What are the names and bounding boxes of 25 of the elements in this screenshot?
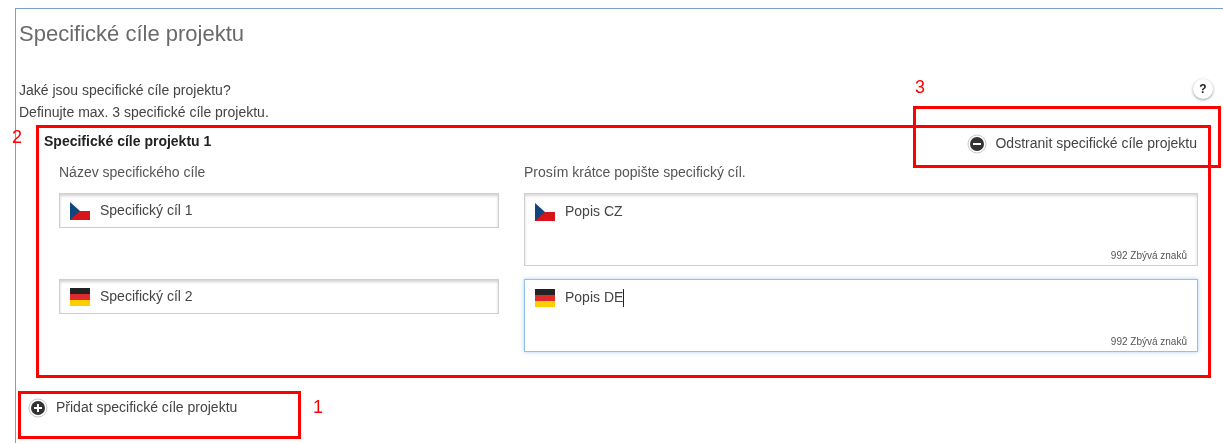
description-text-area[interactable]: Popis CZ 992 Zbývá znaků (524, 193, 1198, 266)
character-counter: 992 Zbývá znaků (1110, 249, 1187, 263)
czech-flag-icon (535, 202, 555, 221)
field-label: Název specifického cíle (59, 163, 207, 182)
section-heading: Specifické cíle projektu 1 (44, 132, 212, 151)
german-flag-icon (70, 287, 90, 306)
panel-title: Specifické cíle projektu (19, 20, 245, 48)
text-cursor (623, 288, 625, 307)
name-input-field[interactable]: Specifický cíl 1 (59, 193, 499, 228)
hint-text: Definujte max. 3 specifické cíle projektu. (19, 103, 269, 122)
add-objective-button[interactable]: Přidat specifické cíle projektu (28, 397, 238, 418)
annotation-number: 2 (12, 128, 22, 146)
help-button[interactable]: ? (1193, 79, 1213, 99)
name-input-field[interactable]: Specifický cíl 2 (59, 279, 499, 314)
field-label: Prosím krátce popište specifický cíl. (524, 163, 747, 182)
character-counter: 992 Zbývá znaků (1110, 335, 1187, 349)
german-flag-icon (535, 288, 555, 307)
annotation-number: 3 (915, 78, 925, 96)
remove-objective-button[interactable]: Odstranit specifické cíle projektu (967, 133, 1197, 154)
czech-flag-icon (70, 201, 90, 220)
description-text-area[interactable]: Popis DE 992 Zbývá znaků (524, 279, 1198, 352)
annotation-number: 1 (313, 398, 323, 416)
minus-circle-icon (967, 133, 988, 154)
plus-circle-icon (28, 397, 48, 418)
question-text: Jaké jsou specifické cíle projektu? (19, 81, 232, 100)
